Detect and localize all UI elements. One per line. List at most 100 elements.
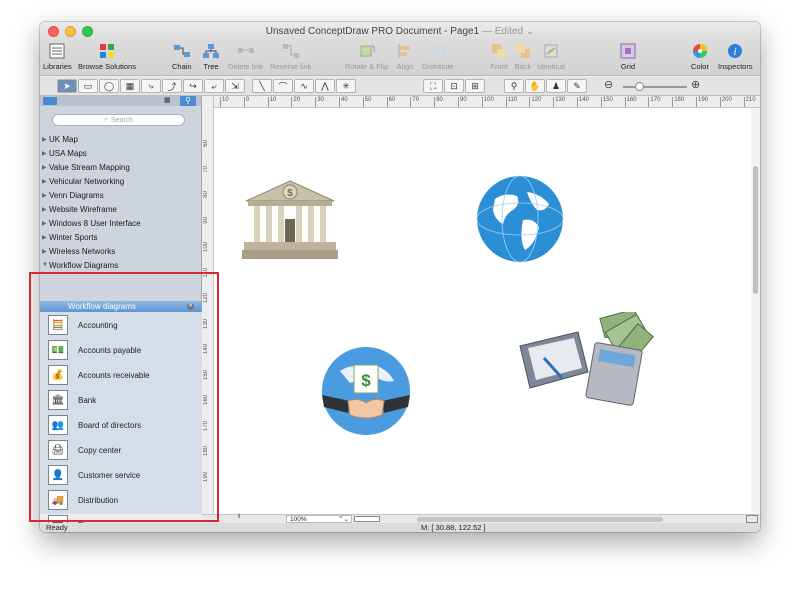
smart-connector-tool[interactable]: ⤴ [162, 79, 182, 93]
smart-connector-icon: ⤴ [167, 81, 177, 92]
fit-tool[interactable]: ⛶ [423, 79, 443, 93]
tree-icon [202, 42, 220, 60]
vertical-scrollbar[interactable] [751, 108, 760, 514]
zoom-tool[interactable]: ⚲ [504, 79, 524, 93]
expand-arrow-icon: ▶ [42, 220, 47, 227]
table-tool[interactable]: ▦ [120, 79, 140, 93]
library-item[interactable]: ▶ Winter Sports [40, 230, 202, 244]
identical-button[interactable]: Identical [537, 42, 565, 71]
rectangle-tool[interactable]: ▭ [78, 79, 98, 93]
format-tool[interactable]: ⊞ [465, 79, 485, 93]
handshake-globe-shape[interactable]: $ [318, 343, 414, 437]
front-label: Front [490, 62, 508, 71]
globe-shape[interactable] [475, 174, 565, 264]
tree-label: Tree [203, 62, 219, 71]
back-button[interactable]: Back [514, 42, 532, 71]
chain-button[interactable]: Chain [172, 42, 192, 71]
info-icon: i [726, 42, 744, 60]
tree-button[interactable]: Tree [202, 42, 220, 71]
zoom-select[interactable]: 100% ⌃⌄ [286, 515, 352, 523]
library-view-icon[interactable] [43, 97, 57, 105]
color-button[interactable]: Color [691, 42, 709, 71]
rotate-flip-button[interactable]: Rotate & Flip [345, 42, 388, 71]
main-toolbar: Libraries Browse Solutions Chain Tree De… [40, 40, 760, 76]
delete-link-icon [237, 42, 255, 60]
multi-connector-icon: ⇲ [231, 80, 239, 91]
bezier-icon: ∿ [300, 80, 308, 91]
table-icon: ▦ [125, 80, 135, 91]
zoom-out-icon[interactable]: ⊖ [604, 78, 613, 91]
ellipse-tool[interactable]: ◯ [99, 79, 119, 93]
library-item[interactable]: ▶ USA Maps [40, 146, 202, 160]
zoom-slider[interactable] [623, 82, 687, 91]
library-item[interactable]: ▶ UK Map [40, 132, 202, 146]
select-tool[interactable]: ➤ [57, 79, 77, 93]
library-item[interactable]: ▶ Venn Diagrams [40, 188, 202, 202]
page-view-buttons[interactable] [354, 516, 380, 522]
zoom-stepper-icon[interactable]: ⌃⌄ [338, 516, 349, 523]
library-item[interactable]: ▶ Windows 8 User Interface [40, 216, 202, 230]
front-button[interactable]: Front [490, 42, 508, 71]
fit-icon: ⛶ [429, 80, 437, 91]
align-button[interactable]: Align [396, 42, 414, 71]
browse-solutions-button[interactable]: Browse Solutions [78, 42, 136, 71]
polyline-tool[interactable]: ⋀ [315, 79, 335, 93]
line-tool[interactable]: ╲ [252, 79, 272, 93]
ruler-tick-label: 120 [529, 97, 541, 107]
library-item[interactable]: ▶ Website Wireframe [40, 202, 202, 216]
spline-tool[interactable]: ✳ [336, 79, 356, 93]
tree-connector-tool[interactable]: ⤶ [204, 79, 224, 93]
pan-tool[interactable]: ✋ [525, 79, 545, 93]
ruler-tick-label: 100 [203, 242, 209, 253]
horizontal-scroll-thumb[interactable] [417, 517, 663, 522]
search-input[interactable]: ⌕ Search [52, 114, 185, 126]
multi-connector-tool[interactable]: ⇲ [225, 79, 245, 93]
accounting-shape[interactable] [518, 312, 658, 412]
delete-link-label: Delete link [228, 62, 264, 71]
crop-tool[interactable]: ⊡ [444, 79, 464, 93]
library-item[interactable]: ▶ Vehicular Networking [40, 174, 202, 188]
zoom-window-button[interactable] [82, 26, 93, 37]
bezier-tool[interactable]: ∿ [294, 79, 314, 93]
libraries-button[interactable]: Libraries [43, 42, 72, 71]
svg-text:i: i [734, 46, 737, 58]
polyline-icon: ⋀ [321, 80, 329, 91]
handshake-dollar-sign: $ [361, 371, 371, 390]
vertical-scroll-thumb[interactable] [753, 166, 758, 294]
inspectors-button[interactable]: i Inspectors [718, 42, 753, 71]
library-item[interactable]: ▶ Wireless Networks [40, 244, 202, 258]
ruler-tick-label: 60 [203, 140, 209, 147]
bank-shape[interactable]: $ [242, 179, 338, 261]
libraries-icon [48, 42, 66, 60]
drawing-canvas[interactable]: $ $ [214, 108, 751, 514]
chain-icon [173, 42, 191, 60]
zoom-slider-knob[interactable] [635, 82, 644, 91]
connector-tool[interactable]: ⤷ [141, 79, 161, 93]
eyedropper-tool[interactable]: ✎ [567, 79, 587, 93]
zoom-in-icon[interactable]: ⊕ [691, 78, 700, 91]
edited-label[interactable]: Edited [495, 26, 523, 37]
stamp-tool[interactable]: ♟ [546, 79, 566, 93]
library-item-expanded[interactable]: ▼ Workflow Diagrams [40, 258, 202, 272]
library-item[interactable]: ▶ Value Stream Mapping [40, 160, 202, 174]
edited-dropdown-icon[interactable]: ⌄ [526, 26, 534, 37]
collapse-arrow-icon: ▼ [42, 262, 48, 268]
round-connector-tool[interactable]: ↪ [183, 79, 203, 93]
solutions-icon [98, 42, 116, 60]
search-toggle-icon[interactable]: ⚲ [180, 96, 196, 106]
fit-page-icon[interactable] [746, 515, 758, 523]
minimize-window-button[interactable] [65, 26, 76, 37]
inspectors-label: Inspectors [718, 62, 753, 71]
reverse-link-button[interactable]: Reverse link [270, 42, 311, 71]
rotate-flip-label: Rotate & Flip [345, 62, 389, 71]
grid-button[interactable]: Grid [619, 42, 637, 71]
grid-view-icon[interactable]: ▦ [164, 97, 173, 105]
resize-handle-icon[interactable]: ‖ [238, 514, 244, 523]
delete-link-button[interactable]: Delete link [228, 42, 263, 71]
ruler-tick-label: 30 [315, 97, 324, 107]
ruler-tick-label: 20 [291, 97, 300, 107]
close-window-button[interactable] [48, 26, 59, 37]
arc-tool[interactable]: ⌒ [273, 79, 293, 93]
align-icon [396, 42, 414, 60]
distribute-button[interactable]: Distribute [422, 42, 454, 71]
